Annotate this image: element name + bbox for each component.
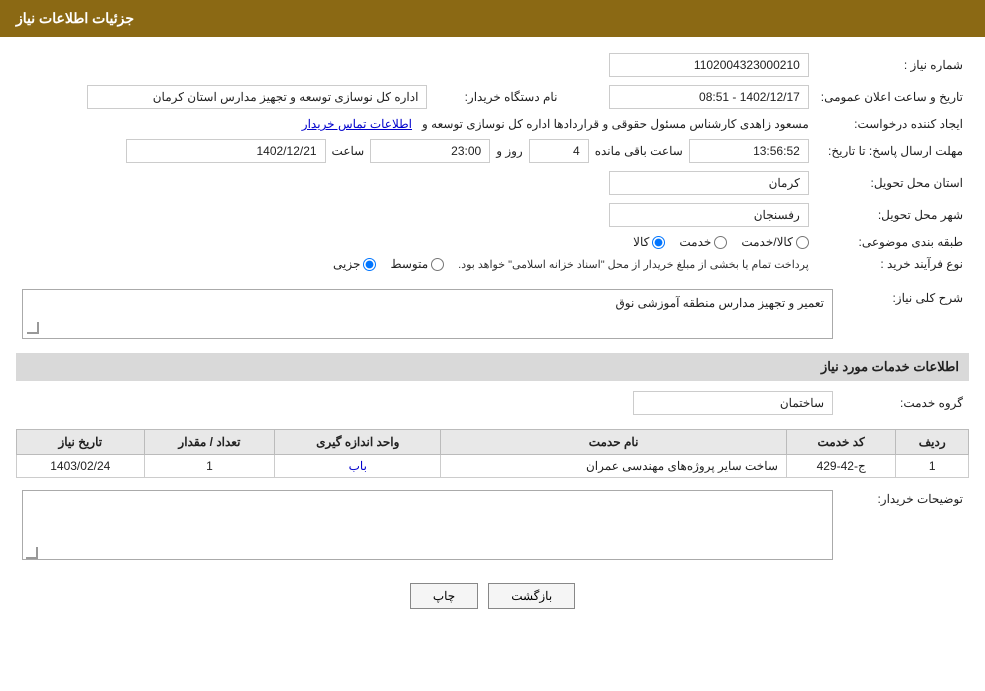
category-khedmat-radio[interactable] bbox=[714, 236, 727, 249]
purchase-jozei-radio[interactable] bbox=[363, 258, 376, 271]
button-bar: بازگشت چاپ bbox=[16, 583, 969, 609]
back-button[interactable]: بازگشت bbox=[488, 583, 575, 609]
purchase-type-label: نوع فرآیند خرید : bbox=[815, 253, 969, 275]
city-value: رفسنجان bbox=[609, 203, 809, 227]
buyer-desc-textarea[interactable] bbox=[22, 490, 833, 560]
col-header-row: ردیف bbox=[896, 430, 969, 455]
table-row: 1 ج-42-429 ساخت سایر پروژه‌های مهندسی عم… bbox=[17, 455, 969, 478]
cell-date: 1403/02/24 bbox=[17, 455, 145, 478]
city-label: شهر محل تحویل: bbox=[815, 199, 969, 231]
purchase-jozei-item: جزیی bbox=[333, 257, 376, 271]
category-khedmat-item: خدمت bbox=[679, 235, 727, 249]
col-header-code: کد خدمت bbox=[786, 430, 895, 455]
category-kala-radio[interactable] bbox=[652, 236, 665, 249]
category-khedmat-label: خدمت bbox=[679, 235, 711, 249]
category-kala-khedmat-item: کالا/خدمت bbox=[741, 235, 808, 249]
service-group-table: گروه خدمت: ساختمان bbox=[16, 387, 969, 419]
page-title: جزئیات اطلاعات نیاز bbox=[16, 10, 134, 26]
col-header-unit: واحد اندازه گیری bbox=[275, 430, 441, 455]
deadline-remaining-label: ساعت باقی مانده bbox=[595, 144, 683, 158]
description-value: تعمیر و تجهیز مدارس منطقه آموزشی نوق bbox=[22, 289, 833, 339]
request-number-label: شماره نیاز : bbox=[815, 49, 969, 81]
deadline-date: 1402/12/21 bbox=[126, 139, 326, 163]
creator-value: مسعود زاهدی کارشناس مسئول حقوقی و قراردا… bbox=[422, 117, 809, 131]
services-section-title: اطلاعات خدمات مورد نیاز bbox=[16, 353, 969, 381]
buyer-org-value: اداره کل نوسازی توسعه و تجهیز مدارس استا… bbox=[87, 85, 427, 109]
buyer-desc-wrapper bbox=[22, 490, 833, 563]
deadline-time: 23:00 bbox=[370, 139, 490, 163]
purchase-type-radio-group: پرداخت تمام یا بخشی از مبلغ خریدار از مح… bbox=[22, 257, 809, 271]
purchase-jozei-label: جزیی bbox=[333, 257, 360, 271]
page-header: جزئیات اطلاعات نیاز bbox=[0, 0, 985, 37]
buyer-org-label: نام دستگاه خریدار: bbox=[433, 81, 563, 113]
request-number-value: 1102004323000210 bbox=[609, 53, 809, 77]
content-area: شماره نیاز : 1102004323000210 تاریخ و سا… bbox=[0, 37, 985, 621]
cell-quantity: 1 bbox=[144, 455, 275, 478]
col-header-name: نام حدمت bbox=[441, 430, 787, 455]
category-radio-group: کالا/خدمت خدمت کالا bbox=[22, 235, 809, 249]
deadline-days-label: روز و bbox=[496, 144, 523, 158]
cell-name: ساخت سایر پروژه‌های مهندسی عمران bbox=[441, 455, 787, 478]
description-label: شرح کلی نیاز: bbox=[839, 285, 969, 343]
service-group-label: گروه خدمت: bbox=[839, 387, 969, 419]
cell-row: 1 bbox=[896, 455, 969, 478]
province-value: کرمان bbox=[609, 171, 809, 195]
cell-unit: باب bbox=[275, 455, 441, 478]
category-kala-khedmat-radio[interactable] bbox=[796, 236, 809, 249]
creator-label: ایجاد کننده درخواست: bbox=[815, 113, 969, 135]
category-label: طبقه بندی موضوعی: bbox=[815, 231, 969, 253]
contact-link[interactable]: اطلاعات تماس خریدار bbox=[302, 117, 412, 131]
category-kala-khedmat-label: کالا/خدمت bbox=[741, 235, 792, 249]
deadline-label: مهلت ارسال پاسخ: تا تاریخ: bbox=[815, 135, 969, 167]
purchase-motawaset-label: متوسط bbox=[390, 257, 428, 271]
category-kala-item: کالا bbox=[633, 235, 665, 249]
deadline-time-label: ساعت bbox=[332, 144, 365, 158]
page-container: جزئیات اطلاعات نیاز شماره نیاز : 1102004… bbox=[0, 0, 985, 691]
buyer-desc-label: توضیحات خریدار: bbox=[839, 486, 969, 567]
publish-date-label: تاریخ و ساعت اعلان عمومی: bbox=[815, 81, 969, 113]
col-header-qty: تعداد / مقدار bbox=[144, 430, 275, 455]
deadline-days: 4 bbox=[529, 139, 589, 163]
main-form-table: شماره نیاز : 1102004323000210 تاریخ و سا… bbox=[16, 49, 969, 275]
print-button[interactable]: چاپ bbox=[410, 583, 478, 609]
service-group-value: ساختمان bbox=[633, 391, 833, 415]
description-table: شرح کلی نیاز: تعمیر و تجهیز مدارس منطقه … bbox=[16, 285, 969, 343]
purchase-motawaset-item: متوسط bbox=[390, 257, 444, 271]
category-kala-label: کالا bbox=[633, 235, 649, 249]
cell-code: ج-42-429 bbox=[786, 455, 895, 478]
purchase-motawaset-radio[interactable] bbox=[431, 258, 444, 271]
deadline-remaining: 13:56:52 bbox=[689, 139, 809, 163]
col-header-date: تاریخ نیاز bbox=[17, 430, 145, 455]
services-data-table: ردیف کد خدمت نام حدمت واحد اندازه گیری ت… bbox=[16, 429, 969, 478]
buyer-desc-table: توضیحات خریدار: bbox=[16, 486, 969, 567]
province-label: استان محل تحویل: bbox=[815, 167, 969, 199]
publish-date-value: 1402/12/17 - 08:51 bbox=[609, 85, 809, 109]
purchase-note: پرداخت تمام یا بخشی از مبلغ خریدار از مح… bbox=[458, 258, 809, 271]
